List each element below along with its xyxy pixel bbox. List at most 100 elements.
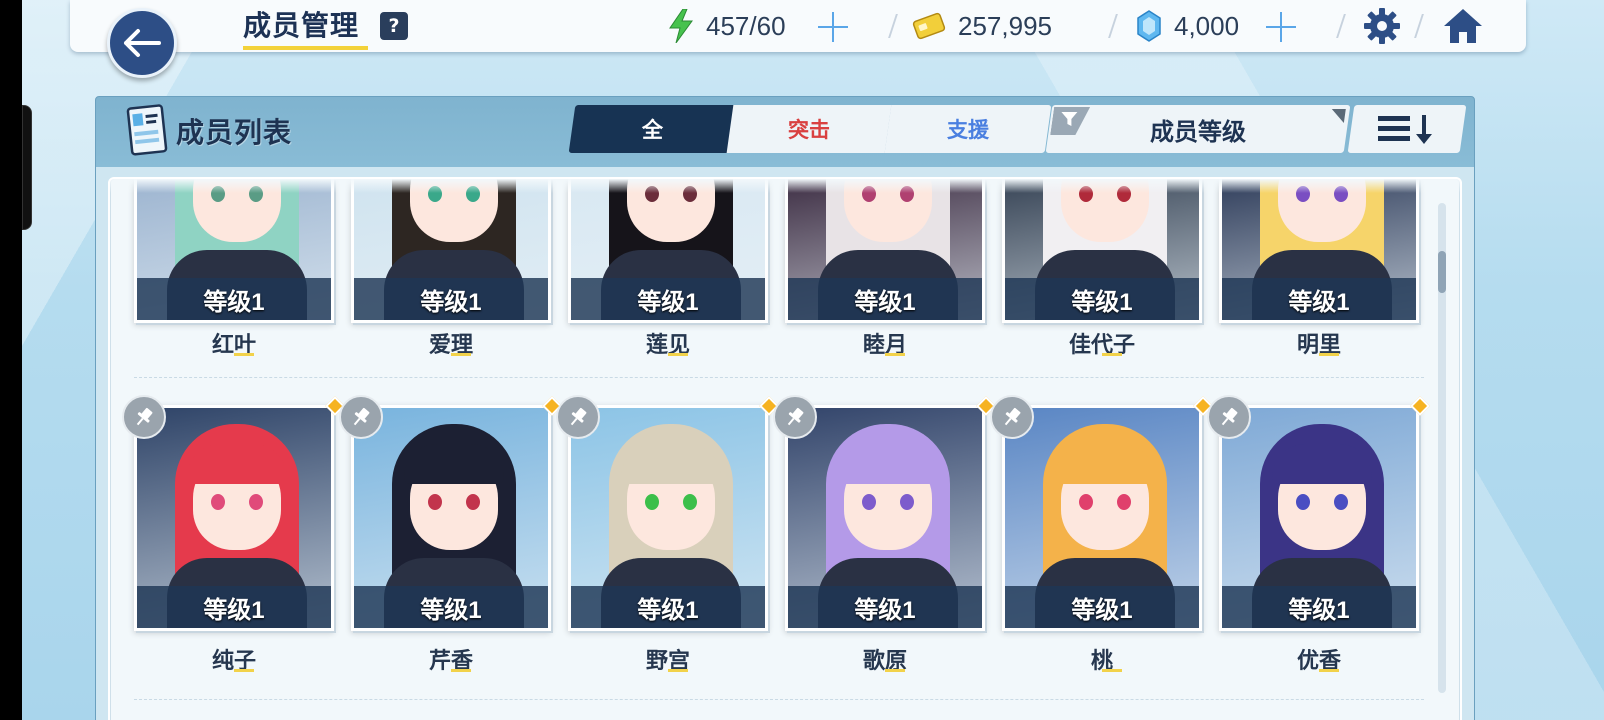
home-icon[interactable] [1442, 6, 1484, 46]
level-label: 等级1 [1222, 278, 1416, 320]
gear-icon[interactable] [1362, 6, 1402, 46]
sort-descending-icon [1378, 115, 1432, 144]
level-label: 等级1 [1005, 586, 1199, 628]
member-card-icon [126, 104, 168, 156]
gems-counter: 4,000 [1136, 0, 1239, 52]
character-eye [249, 186, 263, 202]
ap-value: 457/60 [706, 10, 786, 41]
level-label: 等级1 [788, 278, 982, 320]
character-eye [900, 494, 914, 510]
pin-icon[interactable] [1207, 395, 1251, 439]
help-button[interactable]: ? [380, 12, 408, 40]
title-underline [243, 46, 368, 50]
tab-support[interactable]: 支援 [884, 105, 1052, 153]
member-portrait: 等级1 [351, 179, 551, 323]
title-block: 成员管理 [243, 4, 368, 50]
pin-icon[interactable] [339, 395, 383, 439]
character-eye [1296, 186, 1310, 202]
member-portrait: 等级1 [1002, 179, 1202, 323]
pin-icon[interactable] [122, 395, 166, 439]
character-eye [900, 186, 914, 202]
character-bangs [404, 444, 504, 484]
character-eye [211, 494, 225, 510]
character-eye [428, 186, 442, 202]
level-label: 等级1 [137, 278, 331, 320]
dropdown-corner-icon [1329, 109, 1346, 123]
name-underline [668, 669, 688, 672]
tab-all-label: 全 [641, 119, 663, 142]
character-eye [862, 186, 876, 202]
name-underline [1319, 669, 1339, 672]
character-eye [466, 186, 480, 202]
member-portrait: 等级1 [1002, 405, 1202, 631]
back-arrow-icon [124, 29, 161, 57]
top-bar: 成员管理 ? 457/60 257,995 4,000 [70, 0, 1526, 52]
member-portrait: 等级1 [134, 179, 334, 323]
game-screen: 成员管理 ? 457/60 257,995 4,000 成员列表 全 突击 支援… [22, 0, 1604, 720]
level-label: 等级1 [354, 278, 548, 320]
sort-button[interactable] [1347, 105, 1467, 153]
credits-counter: 257,995 [912, 0, 1052, 52]
device-notch [22, 105, 32, 230]
back-button[interactable] [107, 8, 177, 78]
pin-icon[interactable] [990, 395, 1034, 439]
character-bangs [1272, 444, 1372, 484]
member-portrait: 等级1 [1219, 405, 1419, 631]
character-bangs [187, 444, 287, 484]
name-underline [1319, 353, 1339, 356]
name-underline [234, 669, 254, 672]
separator [888, 14, 898, 38]
character-eye [683, 494, 697, 510]
name-underline [668, 353, 688, 356]
list-title: 成员列表 [176, 111, 292, 151]
separator [1336, 14, 1346, 38]
member-portrait: 等级1 [351, 405, 551, 631]
level-label: 等级1 [571, 586, 765, 628]
character-eye [211, 186, 225, 202]
member-portrait: 等级1 [1219, 179, 1419, 323]
character-bangs [838, 444, 938, 484]
level-label: 等级1 [571, 278, 765, 320]
filter-dropdown[interactable]: 成员等级 [1045, 105, 1351, 153]
member-grid[interactable]: 等级1 红叶 等级1 爱理 等级1 莲见 等级1 睦月 等级1 佳代子 等级1 明里 等级1 纯子 等级1… [108, 177, 1462, 720]
row-divider [134, 699, 1424, 700]
tab-all[interactable]: 全 [568, 105, 736, 153]
name-underline [451, 353, 471, 356]
character-eye [466, 494, 480, 510]
character-bangs [1055, 444, 1155, 484]
level-label: 等级1 [137, 586, 331, 628]
scroll-thumb[interactable] [1438, 251, 1446, 293]
character-eye [1117, 494, 1131, 510]
character-eye [645, 494, 659, 510]
level-label: 等级1 [788, 586, 982, 628]
member-portrait: 等级1 [568, 405, 768, 631]
tab-strike[interactable]: 突击 [726, 105, 894, 153]
add-gems-button[interactable] [1266, 12, 1296, 42]
name-underline [234, 353, 254, 356]
page-title: 成员管理 [243, 10, 360, 41]
filter-label: 成员等级 [1150, 118, 1246, 146]
pin-icon[interactable] [773, 395, 817, 439]
scrollbar[interactable] [1438, 203, 1446, 693]
character-bangs [621, 444, 721, 484]
name-underline [885, 669, 905, 672]
member-portrait: 等级1 [134, 405, 334, 631]
list-title-text: 成员列表 [176, 117, 293, 148]
pin-icon[interactable] [556, 395, 600, 439]
member-portrait: 等级1 [568, 179, 768, 323]
character-eye [1117, 186, 1131, 202]
credits-value: 257,995 [958, 10, 1052, 41]
level-label: 等级1 [354, 586, 548, 628]
character-eye [1079, 186, 1093, 202]
member-portrait: 等级1 [785, 405, 985, 631]
character-eye [1334, 494, 1348, 510]
character-eye [428, 494, 442, 510]
gem-icon [1137, 10, 1161, 42]
add-ap-button[interactable] [818, 12, 848, 42]
separator [1108, 14, 1118, 38]
character-eye [1079, 494, 1093, 510]
separator [1414, 14, 1424, 38]
name-underline [451, 669, 471, 672]
character-eye [862, 494, 876, 510]
level-label: 等级1 [1005, 278, 1199, 320]
